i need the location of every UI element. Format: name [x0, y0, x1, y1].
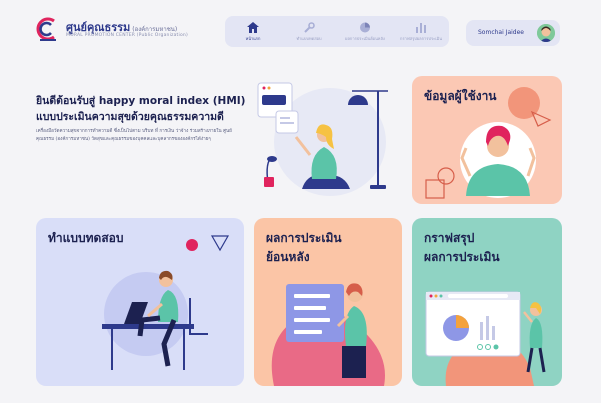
graph-card-title: กราฟสรุปผลการประเมิน: [424, 229, 500, 267]
welcome-heading: ยินดีต้อนรับสู่ happy moral index (HMI): [36, 95, 246, 107]
nav-label: กราฟสรุปผลการประเมิน: [400, 35, 442, 41]
nav-item-graph[interactable]: กราฟสรุปผลการประเมิน: [393, 16, 449, 47]
history-title-line1: ผลการประเมิน: [266, 231, 342, 245]
nav-item-test[interactable]: ทำแบบทดสอบ: [281, 16, 337, 47]
tools-icon: [304, 21, 315, 33]
user-menu[interactable]: Somchai Jaidee: [466, 20, 560, 46]
profile-card-title: ข้อมูลผู้ใช้งาน: [424, 89, 497, 103]
graph-title-line2: ผลการประเมิน: [424, 250, 500, 264]
test-card[interactable]: ทำแบบทดสอบ: [36, 218, 244, 386]
brand-subtitle: MORAL PROMOTION CENTER (Public Organizat…: [66, 33, 188, 38]
user-avatar-icon: [537, 24, 555, 42]
profile-card[interactable]: ข้อมูลผู้ใช้งาน: [412, 76, 562, 204]
avatar[interactable]: [537, 24, 555, 42]
history-card-title: ผลการประเมินย้อนหลัง: [266, 229, 342, 267]
graph-card[interactable]: กราฟสรุปผลการประเมิน: [412, 218, 562, 386]
nav-label: ผลการประเมินย้อนหลัง: [345, 35, 385, 41]
history-title-line2: ย้อนหลัง: [266, 250, 310, 264]
home-icon: [247, 21, 259, 33]
welcome-description: เครื่องมือวัดความสุขจากการทำความดี ซึ่งเ…: [36, 129, 232, 142]
header: ศูนย์คุณธรรม (องค์การมหาชน) MORAL PROMOTI…: [0, 0, 601, 64]
hero-illustration: [257, 82, 388, 196]
nav-item-history[interactable]: ผลการประเมินย้อนหลัง: [337, 16, 393, 47]
chart-icon: [416, 22, 426, 33]
nav-label: ทำแบบทดสอบ: [296, 35, 322, 41]
main-nav: หน้าแรก ทำแบบทดสอบ ผลการประเมินย้อนหลัง …: [225, 16, 449, 47]
graph-title-line1: กราฟสรุป: [424, 231, 475, 245]
welcome-subheading: แบบประเมินความสุขด้วยคุณธรรมความดี: [36, 111, 224, 123]
user-name: Somchai Jaidee: [478, 29, 524, 36]
history-icon: [360, 22, 370, 32]
logo-icon[interactable]: [36, 17, 60, 43]
history-card[interactable]: ผลการประเมินย้อนหลัง: [254, 218, 402, 386]
test-card-title: ทำแบบทดสอบ: [48, 231, 124, 245]
nav-label: หน้าแรก: [245, 35, 261, 41]
nav-item-home[interactable]: หน้าแรก: [225, 16, 281, 47]
